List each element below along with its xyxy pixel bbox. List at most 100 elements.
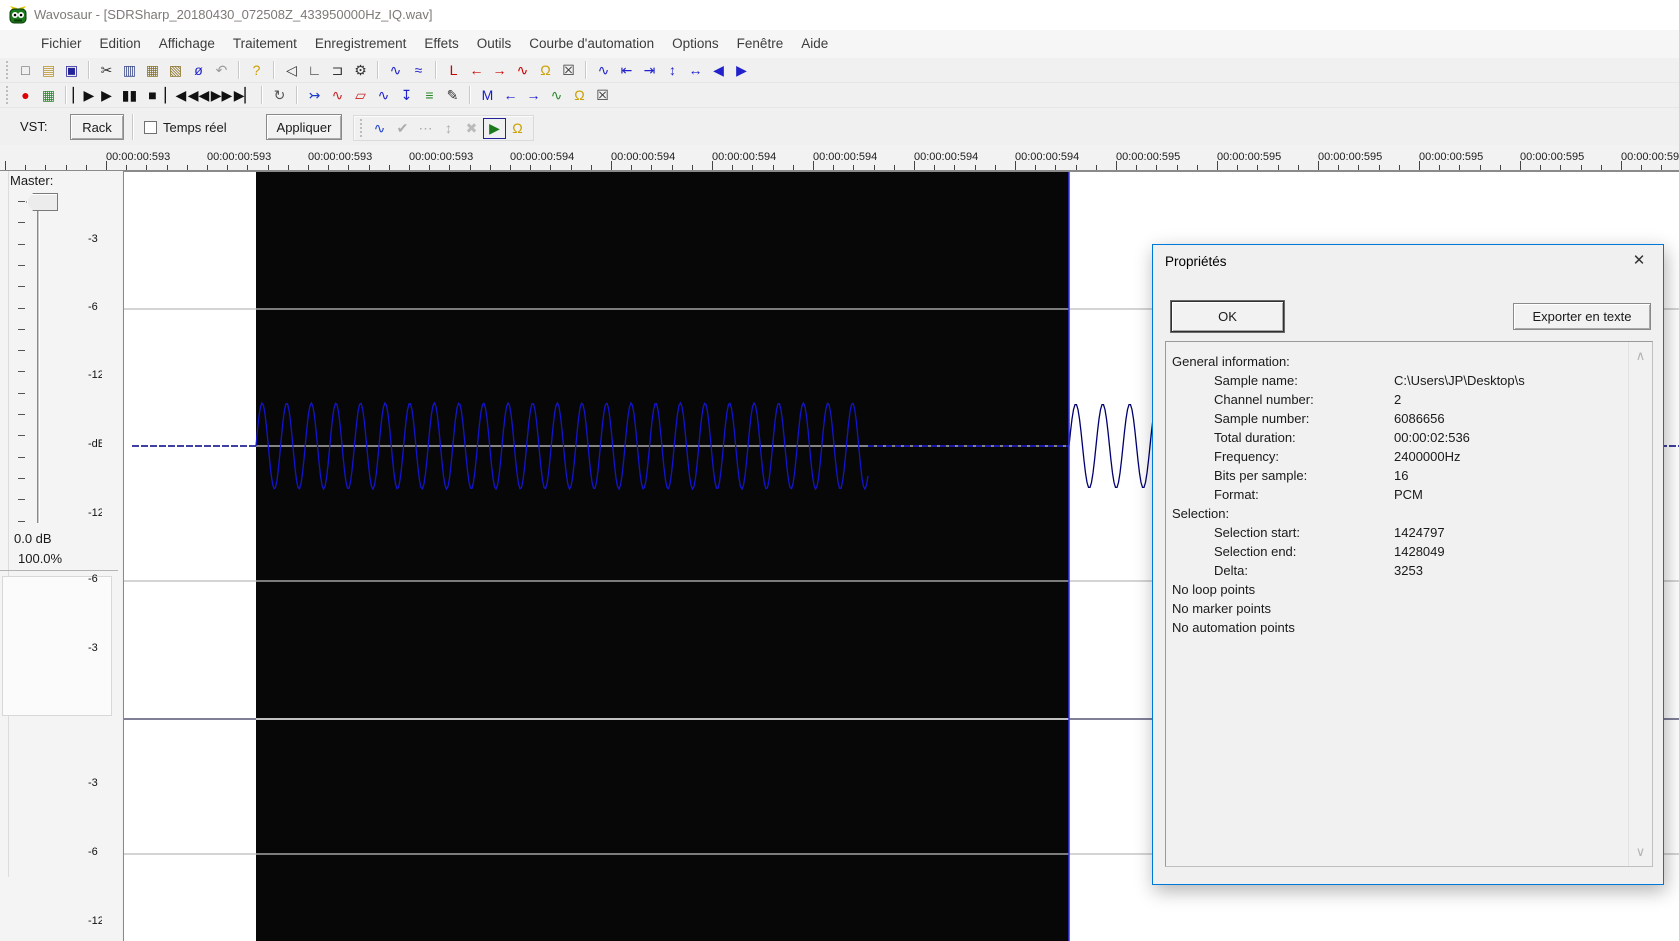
cut-button[interactable]: ✂ <box>95 60 118 81</box>
prev-marker-button[interactable]: ◀ <box>707 60 730 81</box>
levels-meter-button[interactable]: ≡ <box>418 85 441 106</box>
analysis-curve-button[interactable]: ∿ <box>326 85 349 106</box>
automation-points-button[interactable]: ⋯ <box>414 118 437 139</box>
batch-pages-button[interactable]: ▱ <box>349 85 372 106</box>
menu-outils[interactable]: Outils <box>468 30 521 58</box>
property-row: Sample name: C:\Users\JP\Desktop\s <box>1166 373 1626 392</box>
scroll-up-icon[interactable]: ∧ <box>1629 342 1652 370</box>
help-button[interactable]: ? <box>245 60 268 81</box>
connector-2-button[interactable]: ⊐ <box>326 60 349 81</box>
scrollbar[interactable]: ∧ ∨ <box>1628 342 1652 866</box>
waveform-select-button[interactable]: ∿ <box>384 60 407 81</box>
master-slider-thumb[interactable] <box>26 193 58 211</box>
vst-apply-button[interactable]: Appliquer <box>266 114 342 140</box>
draw-pencil-button[interactable]: ✎ <box>441 85 464 106</box>
paste-insert-button[interactable]: ▧ <box>164 60 187 81</box>
trim-selection-button[interactable]: ø <box>187 60 210 81</box>
delete-loop-button[interactable]: ☒ <box>557 60 580 81</box>
loop-left-button[interactable]: ← <box>465 60 488 81</box>
waveform-select-all-button[interactable]: ≈ <box>407 60 430 81</box>
selection-region[interactable] <box>256 172 1069 941</box>
toolbar-separator <box>377 61 379 79</box>
go-to-start-button[interactable]: ▏◀ <box>164 85 187 106</box>
menu-edition[interactable]: Edition <box>91 30 150 58</box>
view-all-wave-button[interactable]: ∿ <box>592 60 615 81</box>
go-to-end-button[interactable]: ▶▏ <box>233 85 256 106</box>
toolbar-drag-handle[interactable] <box>360 119 364 137</box>
lock-markers-button[interactable]: Ω <box>568 85 591 106</box>
record-button[interactable]: ● <box>14 85 37 106</box>
resample-wave-icon: ∿ <box>377 87 390 103</box>
zoom-vertical-button[interactable]: ↕ <box>661 60 684 81</box>
ruler-timestamp: 00:00:00:594 <box>813 151 878 163</box>
menu-fen-tre[interactable]: Fenêtre <box>728 30 793 58</box>
menu-enregistrement[interactable]: Enregistrement <box>306 30 416 58</box>
menu-effets[interactable]: Effets <box>415 30 467 58</box>
automation-apply-check-button[interactable]: ✔ <box>391 118 414 139</box>
ruler-tick <box>470 165 471 170</box>
menu-traitement[interactable]: Traitement <box>224 30 306 58</box>
vst-rack-button[interactable]: Rack <box>70 114 124 140</box>
zoom-selection-right-button[interactable]: ⇥ <box>638 60 661 81</box>
ruler-tick <box>1379 165 1380 170</box>
connector-1-button[interactable]: ∟ <box>303 60 326 81</box>
monitor-meter-button[interactable]: ▦ <box>37 85 60 106</box>
automation-lock-button[interactable]: Ω <box>506 118 529 139</box>
menu-courbe-d-automation[interactable]: Courbe d'automation <box>520 30 663 58</box>
marker-m-button[interactable]: M <box>476 85 499 106</box>
speaker-config-button[interactable]: ◁ <box>280 60 303 81</box>
stop-button[interactable]: ■ <box>141 85 164 106</box>
toolbar-drag-handle[interactable] <box>6 86 10 104</box>
resample-wave-button[interactable]: ∿ <box>372 85 395 106</box>
play-from-start-button[interactable]: ▏▶ <box>72 85 95 106</box>
ruler-tick <box>227 165 228 170</box>
ruler-tick <box>1015 161 1016 170</box>
loop-wave-button[interactable]: ∿ <box>511 60 534 81</box>
dialog-title: Propriétés <box>1165 254 1227 269</box>
master-slider-track[interactable] <box>37 193 40 523</box>
pause-button[interactable]: ▮▮ <box>118 85 141 106</box>
toolbar-drag-handle[interactable] <box>6 61 10 79</box>
delete-markers-button[interactable]: ☒ <box>591 85 614 106</box>
marker-m-icon: M <box>481 87 494 103</box>
loop-point-l-button[interactable]: L <box>442 60 465 81</box>
menu-affichage[interactable]: Affichage <box>150 30 224 58</box>
settings-wrench-button[interactable]: ⚙ <box>349 60 372 81</box>
insert-silence-button[interactable]: ↧ <box>395 85 418 106</box>
rewind-button[interactable]: ◀◀ <box>187 85 210 106</box>
copy-button[interactable]: ▥ <box>118 60 141 81</box>
marker-left-button[interactable]: ← <box>499 85 522 106</box>
menu-aide[interactable]: Aide <box>792 30 837 58</box>
marker-wave-button[interactable]: ∿ <box>545 85 568 106</box>
save-floppy-button[interactable]: ▣ <box>60 60 83 81</box>
menu-fichier[interactable]: Fichier <box>32 30 91 58</box>
automation-curve-button[interactable]: ∿ <box>368 118 391 139</box>
loop-right-button[interactable]: → <box>488 60 511 81</box>
next-marker-button[interactable]: ▶ <box>730 60 753 81</box>
lock-loop-button[interactable]: Ω <box>534 60 557 81</box>
automation-scale-button[interactable]: ↕ <box>437 118 460 139</box>
automation-delete-button[interactable]: ✖ <box>460 118 483 139</box>
automation-play-button[interactable]: ▶ <box>483 117 506 139</box>
scroll-down-icon[interactable]: ∨ <box>1629 838 1652 866</box>
export-text-button[interactable]: Exporter en texte <box>1513 303 1651 330</box>
loop-playback-button[interactable]: ↻ <box>268 85 291 106</box>
zoom-selection-left-button[interactable]: ⇤ <box>615 60 638 81</box>
close-icon[interactable]: ✕ <box>1625 249 1653 273</box>
menu-options[interactable]: Options <box>663 30 728 58</box>
open-folder-button[interactable]: ▤ <box>37 60 60 81</box>
ok-button[interactable]: OK <box>1171 301 1284 332</box>
undo-button[interactable]: ↶ <box>210 60 233 81</box>
time-ruler[interactable]: 00:00:00:593 00:00:00:593 00:00:00:593 00:0… <box>0 145 1679 171</box>
marker-right-button[interactable]: → <box>522 85 545 106</box>
realtime-checkbox[interactable] <box>144 121 157 134</box>
zoom-horizontal-button[interactable]: ↔ <box>684 60 707 81</box>
statistics-doc-button[interactable]: ↣ <box>303 85 326 106</box>
fast-forward-button[interactable]: ▶▶ <box>210 85 233 106</box>
paste-button[interactable]: ▦ <box>141 60 164 81</box>
property-value: 6086656 <box>1394 411 1445 426</box>
play-button[interactable]: ▶ <box>95 85 118 106</box>
properties-list[interactable]: ∧ ∨ General information: Sample name: C:\U… <box>1165 341 1653 867</box>
property-row: No automation points <box>1166 620 1626 639</box>
new-file-button[interactable]: □ <box>14 60 37 81</box>
